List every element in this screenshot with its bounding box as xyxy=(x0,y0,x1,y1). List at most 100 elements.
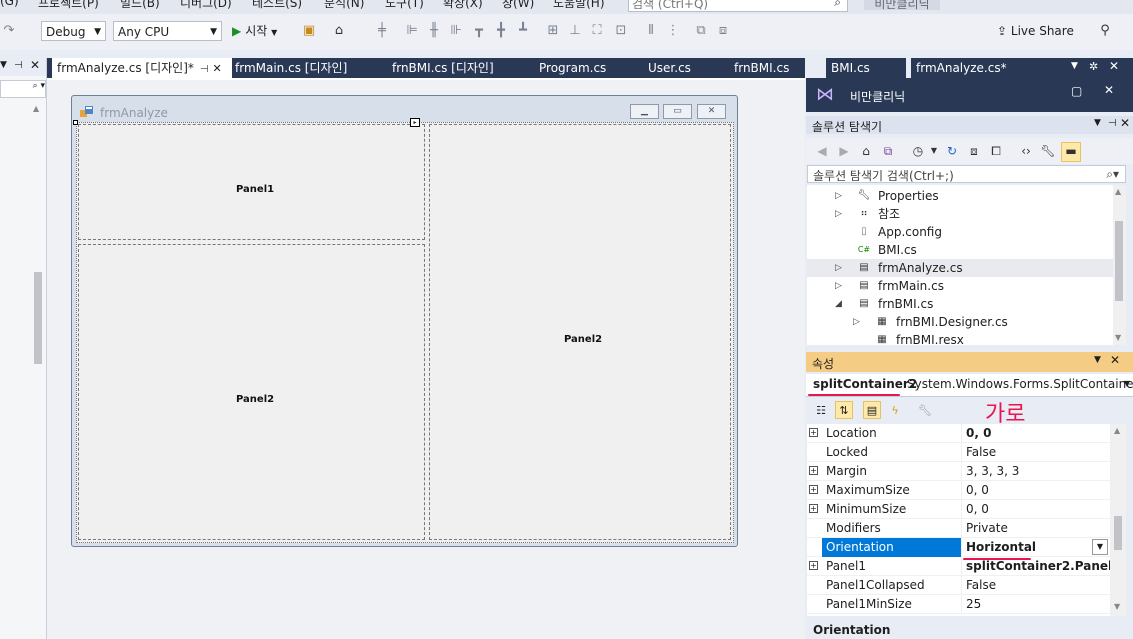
tab-frmmain-design[interactable]: frmMain.cs [디자인] xyxy=(230,58,385,78)
history-icon[interactable]: ◷ xyxy=(910,143,926,159)
property-row[interactable]: + Panel1 splitContainer2.Panel1 xyxy=(807,557,1110,576)
tab-frmanalyze-design[interactable]: frmAnalyze.cs [디자인]* ⊣ ✕ xyxy=(52,58,232,78)
spacing-icon[interactable]: ⊞ xyxy=(544,22,562,40)
scroll-up-icon[interactable]: ▲ xyxy=(1115,187,1121,196)
close-icon[interactable]: ✕ xyxy=(212,62,221,75)
chevron-down-icon[interactable]: ▼ xyxy=(1094,118,1101,128)
send-back-icon[interactable]: ⧈ xyxy=(714,22,732,40)
open-folder-icon[interactable]: ▣ xyxy=(300,22,318,40)
start-button[interactable]: ▶ 시작 ▼ xyxy=(232,22,277,40)
tree-item[interactable]: ▷ ▤ frmAnalyze.cs xyxy=(807,259,1113,277)
properties-icon[interactable]: ▤ xyxy=(863,401,881,419)
property-value[interactable]: False xyxy=(966,576,996,595)
collapsed-arrow-icon[interactable]: ▷ xyxy=(835,205,842,223)
property-pages-icon[interactable]: 🔧︎ xyxy=(916,401,934,419)
right-panel[interactable]: Panel2 xyxy=(429,124,731,540)
property-row[interactable]: + MinimumSize 0, 0 xyxy=(807,500,1110,519)
menu-item[interactable]: (G) xyxy=(0,0,19,8)
resize-handle[interactable] xyxy=(73,120,78,125)
size-icon[interactable]: ⊥ xyxy=(566,22,584,40)
property-value[interactable]: 0, 0 xyxy=(966,500,989,519)
code-view-icon[interactable]: ‹› xyxy=(1018,143,1034,159)
refresh-icon[interactable]: ↻ xyxy=(944,143,960,159)
tree-item[interactable]: ▦ frnBMI.resx xyxy=(807,331,1113,345)
close-icon[interactable]: ✕ xyxy=(1109,59,1119,73)
gear-icon[interactable]: ✲ xyxy=(1089,60,1098,73)
live-share-button[interactable]: ⇪ Live Share xyxy=(997,24,1074,38)
tree-item[interactable]: ◢ ▤ frnBMI.cs xyxy=(807,295,1113,313)
solution-search-input[interactable]: 솔루션 탐색기 검색(Ctrl+;) ⌕▾ xyxy=(807,165,1126,183)
size-both-icon[interactable]: ⛶ xyxy=(588,22,606,40)
chevron-down-icon[interactable]: ▼ xyxy=(0,60,7,70)
align-middle-icon[interactable]: ╋ xyxy=(492,22,510,40)
scroll-up-icon[interactable]: ▲ xyxy=(1114,426,1120,435)
left-bottom-panel[interactable]: Panel2 xyxy=(78,244,425,540)
menu-item[interactable]: 빌드(B) xyxy=(120,0,160,11)
preview-selected-icon[interactable]: ▬ xyxy=(1061,142,1081,162)
redo-icon[interactable]: ↷ xyxy=(0,22,18,40)
property-row[interactable]: + Location 0, 0 xyxy=(807,424,1110,443)
close-icon[interactable]: ✕ xyxy=(1104,83,1114,97)
alphabetical-icon[interactable]: ⇅ xyxy=(835,401,853,419)
solution-tree-scrollbar[interactable]: ▲ ▼ xyxy=(1113,185,1126,345)
expand-icon[interactable]: + xyxy=(809,561,818,570)
tree-item[interactable]: ▷ ▦ frnBMI.Designer.cs xyxy=(807,313,1113,331)
tree-item[interactable]: C# BMI.cs xyxy=(807,241,1113,259)
property-row[interactable]: Panel1Collapsed False xyxy=(807,576,1110,595)
collapse-all-icon[interactable]: ⧈ xyxy=(966,143,982,159)
left-pane-scrollbar[interactable] xyxy=(34,272,42,364)
property-row[interactable]: Orientation Horizontal ▼ xyxy=(807,538,1110,557)
pin-icon[interactable]: ⊣ xyxy=(200,64,209,75)
property-value[interactable]: Horizontal xyxy=(966,538,1036,557)
close-icon[interactable]: ✕ xyxy=(1120,116,1130,130)
vertical-spacing-icon[interactable]: ⋮ xyxy=(664,22,682,40)
property-row[interactable]: + MaximumSize 0, 0 xyxy=(807,481,1110,500)
property-value[interactable]: 25 xyxy=(966,595,981,614)
expanded-arrow-icon[interactable]: ◢ xyxy=(835,295,842,313)
menu-item[interactable]: 도움말(H) xyxy=(553,0,605,11)
close-icon[interactable]: ✕ xyxy=(1110,353,1120,367)
align-icon[interactable]: ╪ xyxy=(373,22,391,40)
chevron-down-icon[interactable]: ▼ xyxy=(1094,355,1101,365)
tab-program[interactable]: Program.cs xyxy=(534,58,642,78)
maximize-button[interactable]: ▭ xyxy=(663,104,692,119)
align-right-icon[interactable]: ⊪ xyxy=(447,22,465,40)
tab-user[interactable]: User.cs xyxy=(643,58,729,78)
menu-item[interactable]: 프로젝트(P) xyxy=(38,0,99,11)
tree-item[interactable]: ▷ ⠶ 참조 xyxy=(807,205,1113,223)
menu-item[interactable]: 도구(T) xyxy=(385,0,424,11)
wrench-icon[interactable]: 🔧︎ xyxy=(1040,143,1056,159)
tab-list-icon[interactable]: ▼ xyxy=(1071,61,1078,71)
property-value[interactable]: Private xyxy=(966,519,1008,538)
close-button[interactable]: ✕ xyxy=(697,104,726,119)
horizontal-spacing-icon[interactable]: ⫴ xyxy=(642,22,660,40)
home-icon[interactable]: ⌂ xyxy=(858,143,874,159)
scroll-up-icon[interactable]: ▲ xyxy=(33,104,39,113)
back-icon[interactable]: ◀ xyxy=(814,143,830,159)
property-value[interactable]: 0, 0 xyxy=(966,424,991,443)
events-icon[interactable]: ϟ xyxy=(886,401,904,419)
menu-item[interactable]: 디버그(D) xyxy=(180,0,232,11)
expand-icon[interactable]: + xyxy=(809,485,818,494)
show-all-files-icon[interactable]: ⧠ xyxy=(988,143,1004,159)
property-value[interactable]: False xyxy=(966,443,996,462)
expand-icon[interactable]: + xyxy=(809,428,818,437)
feedback-icon[interactable]: ⚲ xyxy=(1096,22,1114,40)
tree-item[interactable]: ▷ ▤ frmMain.cs xyxy=(807,277,1113,295)
scroll-thumb[interactable] xyxy=(1114,516,1122,550)
tab-frnbmi-design[interactable]: frnBMI.cs [디자인] xyxy=(387,58,532,78)
forward-icon[interactable]: ▶ xyxy=(836,143,852,159)
scroll-thumb[interactable] xyxy=(1115,221,1123,301)
restore-icon[interactable]: ▢ xyxy=(1071,84,1082,98)
home-icon[interactable]: ⌂ xyxy=(330,22,348,40)
grid-icon[interactable]: ⊡ xyxy=(612,22,630,40)
expand-icon[interactable]: + xyxy=(809,504,818,513)
property-value[interactable]: 0, 0 xyxy=(966,481,989,500)
pin-icon[interactable]: ⊣ xyxy=(14,60,23,71)
bring-front-icon[interactable]: ⧉ xyxy=(692,22,710,40)
minimize-button[interactable]: ▁ xyxy=(630,104,659,119)
collapsed-arrow-icon[interactable]: ▷ xyxy=(835,187,842,205)
align-center-icon[interactable]: ╫ xyxy=(425,22,443,40)
property-value[interactable]: 3, 3, 3, 3 xyxy=(966,462,1019,481)
align-top-icon[interactable]: ┳ xyxy=(470,22,488,40)
